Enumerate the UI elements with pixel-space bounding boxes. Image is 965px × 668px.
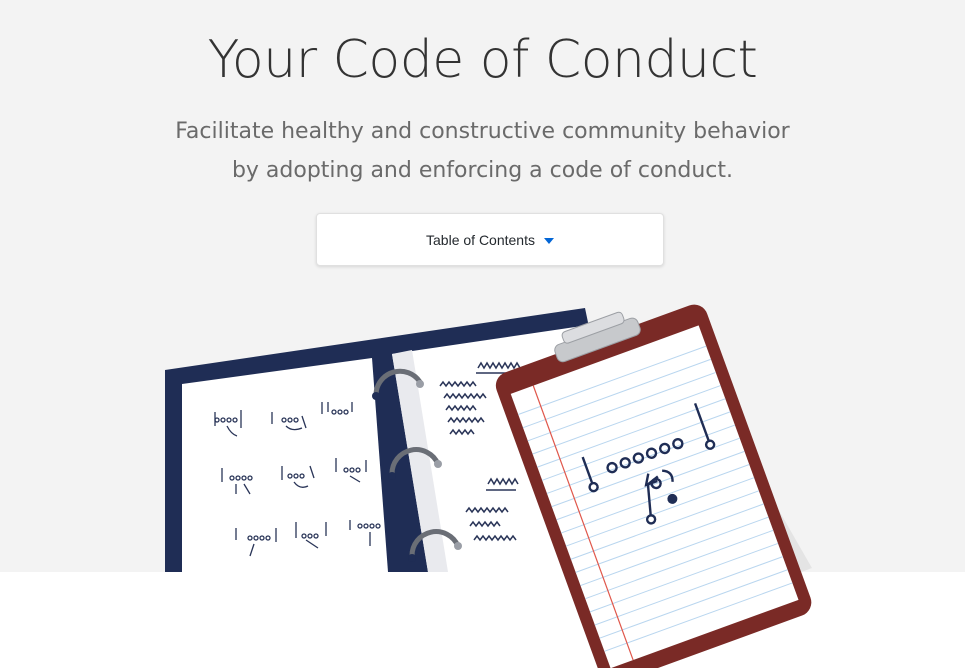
caret-down-icon	[543, 237, 554, 244]
page-subtitle: Facilitate healthy and constructive comm…	[175, 119, 790, 183]
table-of-contents-label: Table of Contents	[426, 231, 535, 248]
table-of-contents-button[interactable]: Table of Contents	[316, 213, 664, 266]
page-title: Your Code of Conduct	[207, 30, 758, 90]
playbook-illustration	[165, 304, 812, 668]
